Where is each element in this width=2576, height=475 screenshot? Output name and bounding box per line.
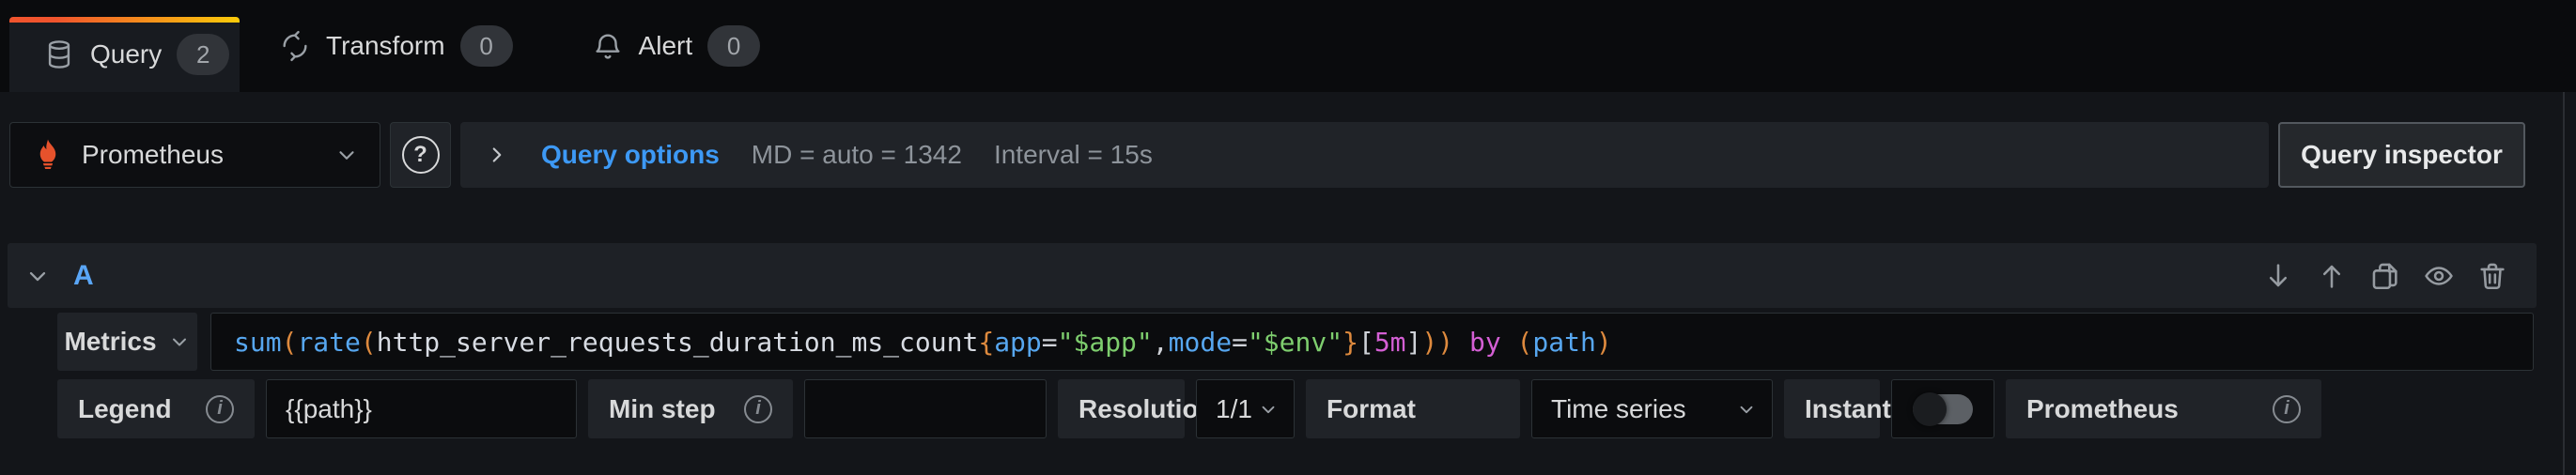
format-select[interactable]: Time series xyxy=(1531,379,1773,438)
datasource-row: Prometheus ? Query options MD = auto = 1… xyxy=(9,122,2525,188)
question-circle-icon: ? xyxy=(402,136,440,174)
legend-label-box: Legend i xyxy=(57,379,255,438)
query-inspector-label: Query inspector xyxy=(2301,140,2503,170)
format-value: Time series xyxy=(1551,394,1686,424)
transform-icon xyxy=(279,30,311,62)
min-step-input[interactable] xyxy=(805,380,1046,437)
instant-label-box: Instant xyxy=(1784,379,1880,438)
query-options-row: Legend i Min step i Resolution 1/1 Forma… xyxy=(57,379,2321,438)
resolution-label: Resolution xyxy=(1079,394,1215,424)
chevron-right-icon[interactable] xyxy=(485,143,509,167)
remove-query-trash-icon[interactable] xyxy=(2476,260,2508,292)
query-options-bar: Query options MD = auto = 1342 Interval … xyxy=(460,122,2269,188)
datasource-picker[interactable]: Prometheus xyxy=(9,122,380,188)
format-label: Format xyxy=(1327,394,1416,424)
tab-alert-label: Alert xyxy=(639,31,693,61)
tab-query-count-badge: 2 xyxy=(177,34,229,75)
collapse-chevron-down-icon[interactable] xyxy=(24,263,51,289)
duplicate-query-copy-icon[interactable] xyxy=(2369,260,2401,292)
chevron-down-icon xyxy=(334,143,359,167)
tab-alert-count-badge: 0 xyxy=(707,25,760,67)
info-circle-icon[interactable]: i xyxy=(206,395,234,423)
tab-alert[interactable]: Alert 0 xyxy=(552,0,800,92)
promql-expression-input[interactable]: sum(rate(http_server_requests_duration_m… xyxy=(210,313,2534,371)
min-step-input-box xyxy=(804,379,1047,438)
metrics-dropdown[interactable]: Metrics xyxy=(57,313,197,371)
max-data-points-summary: MD = auto = 1342 xyxy=(752,140,962,170)
tab-transform-label: Transform xyxy=(326,31,445,61)
resolution-label-box: Resolution xyxy=(1058,379,1185,438)
prometheus-flame-icon xyxy=(31,138,65,172)
database-icon xyxy=(43,38,75,70)
tab-transform-count-badge: 0 xyxy=(460,25,513,67)
info-circle-icon[interactable]: i xyxy=(744,395,772,423)
chevron-down-icon xyxy=(1736,399,1757,420)
interval-summary: Interval = 15s xyxy=(994,140,1153,170)
min-step-label-box: Min step i xyxy=(588,379,793,438)
instant-toggle-box xyxy=(1891,379,1994,438)
tab-transform[interactable]: Transform 0 xyxy=(240,0,552,92)
promql-expression-text: sum(rate(http_server_requests_duration_m… xyxy=(234,327,1612,358)
bell-icon xyxy=(592,30,624,62)
instant-label: Instant xyxy=(1805,394,1891,424)
tab-query-label: Query xyxy=(90,39,162,69)
datasource-selected-label: Prometheus xyxy=(82,140,318,170)
query-inspector-button[interactable]: Query inspector xyxy=(2278,122,2525,188)
legend-label: Legend xyxy=(78,394,172,424)
query-options-toggle[interactable]: Query options xyxy=(541,140,720,170)
query-editor-line: Metrics sum(rate(http_server_requests_du… xyxy=(57,313,2534,371)
move-query-up-icon[interactable] xyxy=(2316,260,2348,292)
legend-input[interactable] xyxy=(267,380,576,437)
toggle-knob xyxy=(1913,392,1947,426)
chevron-down-icon xyxy=(168,330,191,353)
exemplars-label-box: Prometheus i xyxy=(2006,379,2321,438)
datasource-help-button[interactable]: ? xyxy=(390,122,451,188)
query-ref-id: A xyxy=(73,260,94,292)
legend-input-box xyxy=(266,379,577,438)
instant-toggle-switch[interactable] xyxy=(1913,394,1973,424)
panel-edge-divider xyxy=(2563,92,2565,475)
exemplars-label: Prometheus xyxy=(2026,394,2179,424)
disable-query-eye-icon[interactable] xyxy=(2423,260,2455,292)
editor-tab-bar: Query 2 Transform 0 Alert xyxy=(0,0,2576,92)
min-step-label: Min step xyxy=(609,394,716,424)
chevron-down-icon xyxy=(1258,399,1279,420)
move-query-down-icon[interactable] xyxy=(2262,260,2294,292)
resolution-select[interactable]: 1/1 xyxy=(1196,379,1295,438)
resolution-value: 1/1 xyxy=(1216,394,1252,424)
metrics-dropdown-label: Metrics xyxy=(64,327,156,357)
grafana-query-editor: Query 2 Transform 0 Alert xyxy=(0,0,2576,475)
tab-query[interactable]: Query 2 xyxy=(9,17,240,92)
format-label-box: Format xyxy=(1306,379,1520,438)
info-circle-icon[interactable]: i xyxy=(2273,395,2301,423)
query-row-actions xyxy=(2262,260,2508,292)
query-row-header[interactable]: A xyxy=(8,243,2537,308)
